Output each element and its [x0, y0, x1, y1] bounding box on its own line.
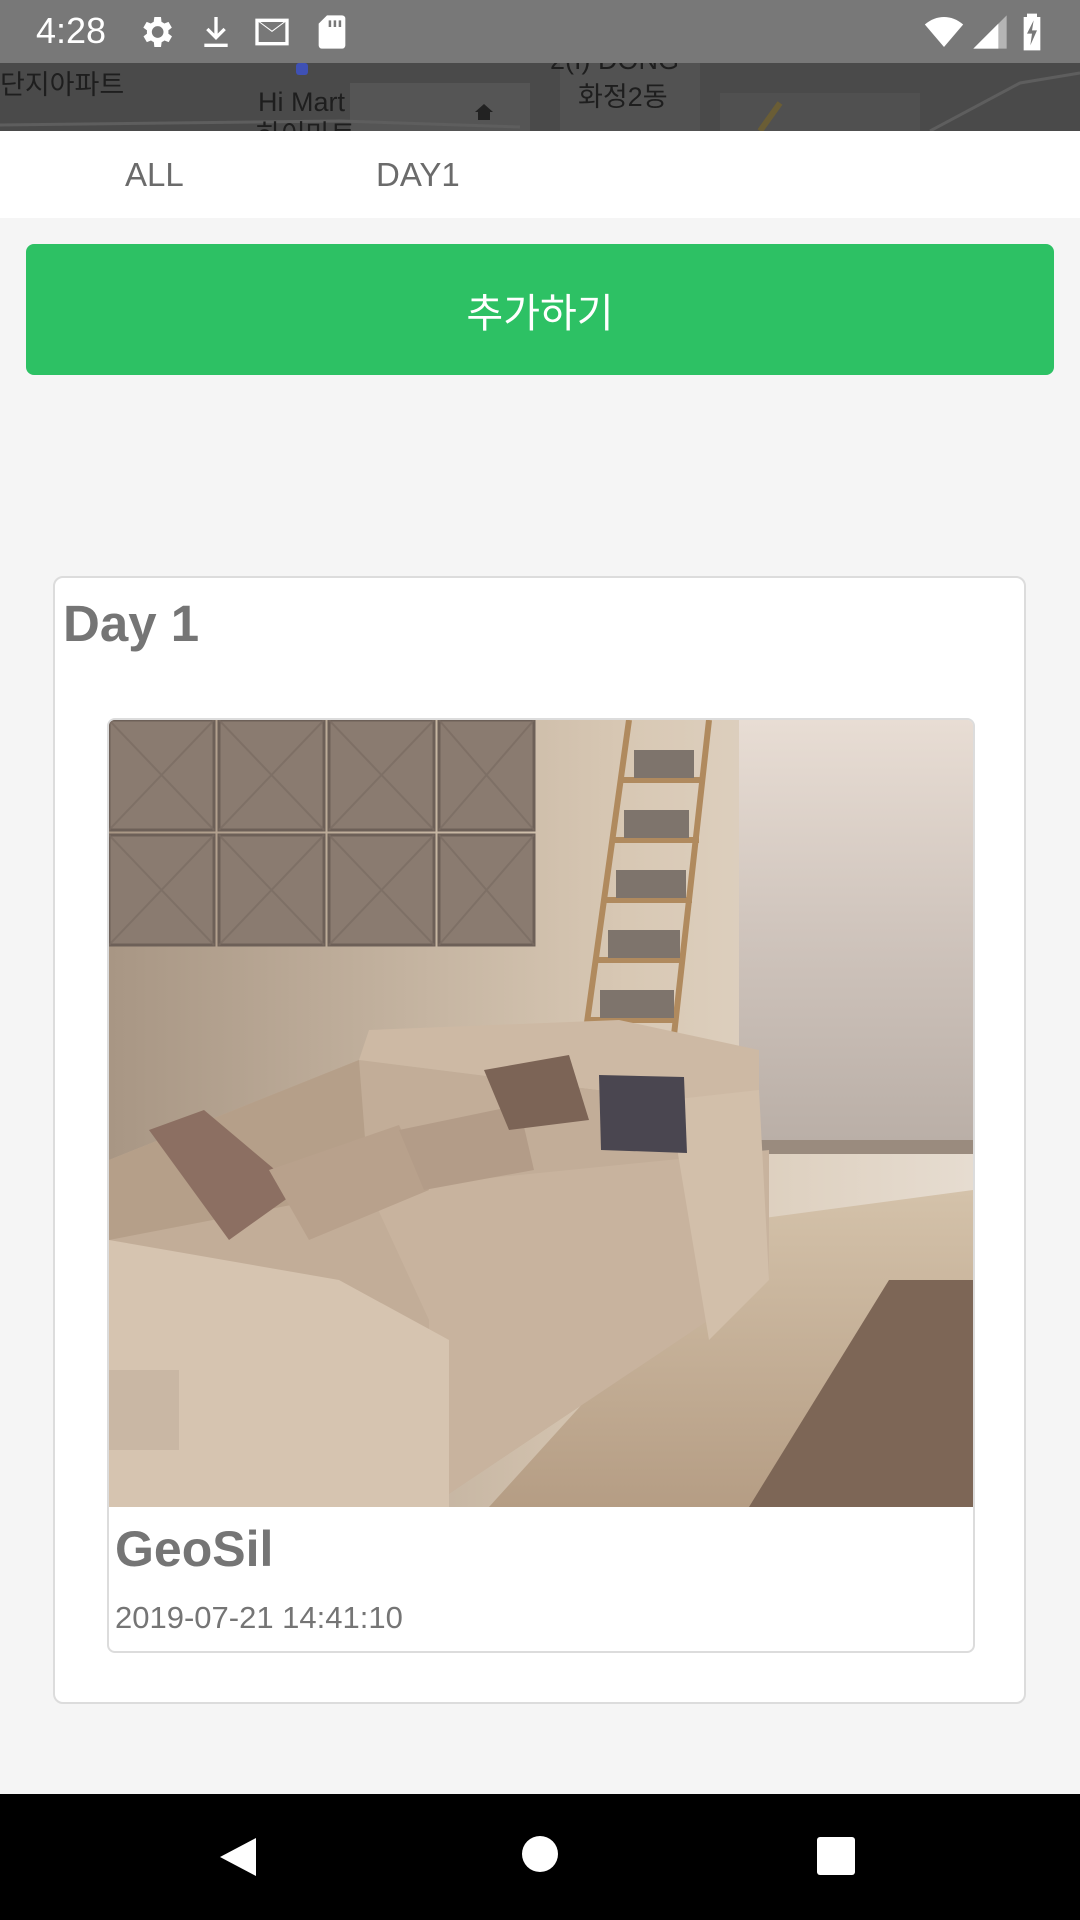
add-button[interactable]: 추가하기: [26, 244, 1054, 375]
download-icon: [204, 17, 228, 47]
home-pin-icon: [475, 104, 493, 120]
system-nav-bar: [0, 1794, 1080, 1920]
shop-pin-icon: [296, 63, 308, 75]
place-name: GeoSil: [115, 1521, 274, 1577]
sd-card-icon: [318, 15, 346, 49]
status-bar: 4:28: [0, 0, 1080, 63]
gear-icon: [143, 17, 172, 47]
day-tabs: ALL DAY1: [0, 131, 1080, 218]
day-card: Day 1 GeoSil 2019-07-21 14:41:10: [53, 576, 1026, 1704]
map-view[interactable]: 단지아파트 Hi Mart 하이마트 화정2동 2(I) DONG: [0, 63, 1080, 131]
day-title: Day 1: [63, 595, 200, 652]
tab-all[interactable]: ALL: [125, 131, 184, 218]
place-card[interactable]: GeoSil 2019-07-21 14:41:10: [107, 718, 975, 1653]
signal-icon: [973, 15, 1007, 49]
tab-day1[interactable]: DAY1: [376, 131, 460, 218]
map-roads: [0, 63, 1080, 131]
gmail-icon: [255, 18, 289, 46]
back-icon[interactable]: [216, 1834, 260, 1880]
status-time: 4:28: [36, 10, 107, 51]
map-label-dong: 2(I) DONG: [550, 63, 679, 76]
place-photo: [109, 720, 973, 1507]
battery-charging-icon: [1023, 13, 1041, 51]
map-label-apartment: 단지아파트: [0, 70, 125, 100]
place-timestamp: 2019-07-21 14:41:10: [115, 1600, 403, 1635]
home-icon[interactable]: [520, 1834, 560, 1874]
wifi-icon: [924, 17, 964, 47]
map-label-district: 화정2동: [578, 82, 668, 112]
map-label-himart-korean: 하이마트: [256, 113, 355, 131]
recents-icon[interactable]: [816, 1836, 856, 1876]
